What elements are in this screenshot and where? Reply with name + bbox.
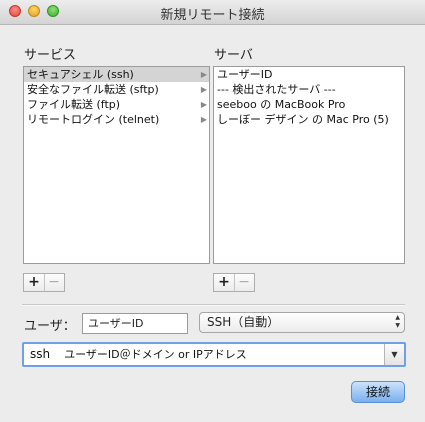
service-item-ftp[interactable]: ファイル転送 (ftp) ▶ — [24, 97, 209, 112]
command-combo-box[interactable]: ssh ユーザーID＠ドメイン or IPアドレス ▼ — [22, 342, 406, 367]
disclosure-arrow-icon: ▶ — [200, 100, 207, 109]
command-args: ユーザーID＠ドメイン or IPアドレス — [64, 348, 247, 361]
service-item-ssh[interactable]: セキュアシェル (ssh) ▶ — [24, 67, 209, 82]
user-id-field[interactable]: ユーザーID — [82, 313, 188, 334]
title-bar: 新規リモート接続 — [0, 0, 425, 25]
servers-add-remove-control: + − — [213, 273, 255, 292]
servers-header: サーバ — [214, 48, 253, 63]
service-item-sftp[interactable]: 安全なファイル転送 (sftp) ▶ — [24, 82, 209, 97]
services-header: サービス — [24, 48, 77, 63]
disclosure-arrow-icon: ▶ — [200, 85, 207, 94]
server-item-mac-pro[interactable]: しーぼー デザイン の Mac Pro (5) — [214, 112, 404, 127]
disclosure-arrow-icon: ▶ — [200, 70, 207, 79]
services-add-remove-control: + − — [23, 273, 65, 292]
add-server-button[interactable]: + — [214, 274, 235, 291]
remove-service-button[interactable]: − — [44, 274, 64, 291]
service-item-label: セキュアシェル (ssh) — [27, 68, 134, 81]
chevron-down-icon: ▼ — [391, 350, 398, 359]
service-item-label: ファイル転送 (ftp) — [27, 98, 121, 111]
command-history-button[interactable]: ▼ — [384, 344, 404, 365]
chevron-down-icon: ▼ — [395, 322, 400, 329]
service-item-label: リモートログイン (telnet) — [27, 113, 160, 126]
service-item-telnet[interactable]: リモートログイン (telnet) ▶ — [24, 112, 209, 127]
protocol-select-value: SSH（自動） — [207, 315, 280, 329]
command-name: ssh — [30, 347, 51, 361]
service-item-label: 安全なファイル転送 (sftp) — [27, 83, 159, 96]
disclosure-arrow-icon: ▶ — [200, 115, 207, 124]
add-service-button[interactable]: + — [24, 274, 45, 291]
server-item-discovered-header: --- 検出されたサーバ --- — [217, 83, 336, 96]
command-text[interactable]: ssh ユーザーID＠ドメイン or IPアドレス — [30, 346, 247, 363]
new-remote-connection-window: 新規リモート接続 サービス サーバ セキュアシェル (ssh) ▶ 安全なファイ… — [0, 0, 425, 422]
chevron-up-icon: ▲ — [395, 314, 400, 321]
services-list[interactable]: セキュアシェル (ssh) ▶ 安全なファイル転送 (sftp) ▶ ファイル転… — [23, 66, 210, 264]
connect-button[interactable]: 接続 — [351, 381, 405, 403]
server-item-user-id[interactable]: ユーザーID — [214, 67, 404, 82]
remove-server-button[interactable]: − — [234, 274, 254, 291]
server-item-macbook-pro[interactable]: seeboo の MacBook Pro — [214, 97, 404, 112]
divider — [22, 304, 405, 306]
servers-list[interactable]: ユーザーID --- 検出されたサーバ --- seeboo の MacBook… — [213, 66, 405, 264]
user-label: ユーザ： — [24, 319, 76, 334]
window-title: 新規リモート接続 — [160, 8, 265, 23]
protocol-select[interactable]: SSH（自動） ▲ ▼ — [199, 312, 405, 333]
